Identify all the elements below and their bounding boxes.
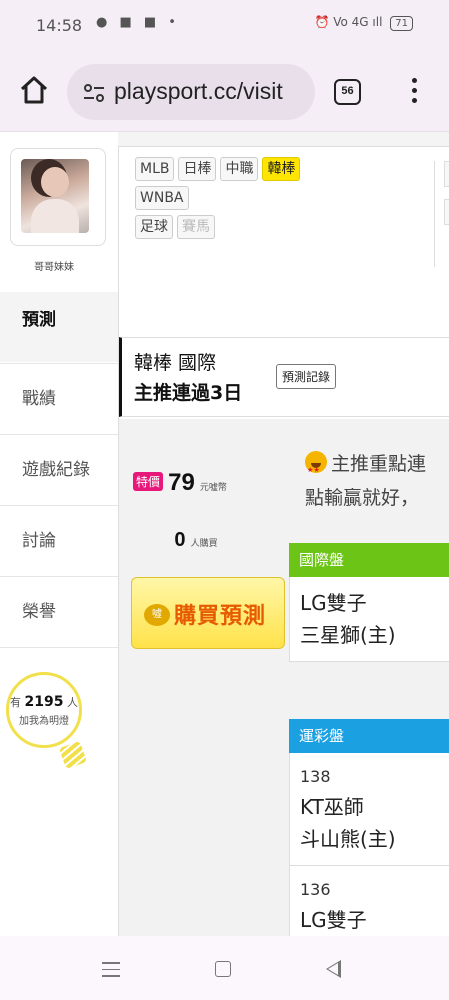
special-price-badge: 特價 [133,472,164,491]
league-chip-cpbl[interactable]: 中職 [220,157,259,181]
league-chip-npb[interactable]: 日棒 [178,157,217,181]
price-card: 特價 79 元噓幣 0 人購買 [119,419,273,936]
home-team: 斗山熊(主) [300,827,396,851]
market-body: 138 KT巫師 斗山熊(主) 136 LG雙子 [289,753,449,936]
more-vert-icon[interactable] [410,78,418,106]
bulb-base-icon [58,740,88,770]
league-chip-kbo[interactable]: 韓棒 [262,157,301,181]
fans-number: 2195 [24,694,64,710]
league-filter: MLB 日棒 中職 韓棒 WNBA 足球 賽馬 [135,157,301,244]
prediction-record-button[interactable]: 預測記錄 [276,364,337,389]
fans-suffix: 人 [66,696,78,709]
chip-peek[interactable] [444,161,449,187]
tab-divider [0,647,118,648]
game-number: 138 [300,767,331,786]
address-bar[interactable]: playsport.cc/visit [67,64,315,120]
league-chip-wnba[interactable]: WNBA [135,186,189,210]
prediction-streak: 主推連過3日 [134,382,243,404]
fans-badge[interactable]: 有 2195 人 加我為明燈 [6,672,88,772]
price-value: 79 [168,469,195,496]
fans-label: 加我為明燈 [19,716,69,727]
prediction-note: 主推重點連 點輸贏就好， [305,447,426,515]
back-icon[interactable] [326,960,341,978]
prediction-panel: MLB 日棒 中職 韓棒 WNBA 足球 賽馬 韓棒 國際 主推連過3日 預測記… [118,146,449,936]
browser-toolbar: playsport.cc/visit 56 [0,52,449,132]
notification-icons: ● ■ ■ • [96,15,180,30]
tab-switcher-button[interactable]: 56 [334,79,361,105]
pick-column: 主推重點連 點輸贏就好， 國際盤 LG雙子 三星獅(主) 運彩盤 138 KT巫… [289,419,449,936]
tab-honors[interactable]: 榮譽 [0,576,118,646]
profile-name[interactable]: 哥哥妹妹 [0,258,108,273]
site-settings-icon[interactable] [83,82,105,104]
home-icon[interactable] [18,74,50,106]
home-team: 三星獅(主) [300,623,396,647]
system-nav-bar [0,936,449,1000]
tab-game-history[interactable]: 遊戲紀錄 [0,434,118,504]
away-team: LG雙子 [300,591,367,615]
url-text[interactable]: playsport.cc/visit [114,78,283,105]
chip-peek[interactable] [444,199,449,225]
coin-icon: 噓 [144,604,170,626]
away-team: KT巫師 [300,795,364,819]
note-line-1: 主推重點連 [331,453,427,475]
game-number: 136 [300,880,331,899]
prediction-body: 特價 79 元噓幣 0 人購買 噓 購買預測 主推重點連 點輸贏就好， [119,419,449,936]
tab-predictions[interactable]: 預測 [0,292,118,362]
note-line-2: 點輸贏就好， [305,487,420,509]
buy-prediction-button[interactable]: 噓 購買預測 [131,577,285,649]
market-header: 運彩盤 [289,719,449,753]
buy-prediction-label: 購買預測 [174,604,267,629]
league-chip-soccer[interactable]: 足球 [135,215,173,239]
tab-record[interactable]: 戰績 [0,363,118,433]
league-chip-mlb[interactable]: MLB [135,157,175,181]
avatar[interactable] [21,159,89,233]
buyers-label: 人購買 [190,539,218,549]
away-team: LG雙子 [300,908,367,932]
signal-icon: ⏰ Vo 4G ıll [314,15,383,29]
prediction-league: 韓棒 國際 [134,352,217,374]
prediction-header: 韓棒 國際 主推連過3日 預測記錄 [119,337,449,417]
avatar-card[interactable] [10,148,106,246]
divider [290,865,449,866]
tab-discussion[interactable]: 討論 [0,505,118,575]
fans-count: 有 2195 人 [6,694,82,710]
status-time: 14:58 [36,16,83,35]
buyers-count: 0 [174,529,186,551]
market-sports-lottery: 運彩盤 138 KT巫師 斗山熊(主) 136 LG雙子 [289,719,449,936]
fans-prefix: 有 [10,696,22,709]
page-content: 哥哥妹妹 預測 戰績 遊戲紀錄 討論 榮譽 有 2195 人 加我為明燈 MLB… [0,132,449,936]
market-header: 國際盤 [289,543,449,577]
market-body: LG雙子 三星獅(主) [289,577,449,662]
home-button-icon[interactable] [215,961,231,977]
lightbulb-icon [6,672,82,748]
buyers: 0 人購買 [119,529,273,552]
system-icons: ⏰ Vo 4G ıll 71 [314,15,413,31]
profile-sidebar: 哥哥妹妹 預測 戰績 遊戲紀錄 討論 榮譽 有 2195 人 加我為明燈 [0,132,118,936]
divider [434,161,435,267]
price: 特價 79 元噓幣 [133,469,227,497]
recent-apps-icon[interactable] [102,962,120,982]
price-unit: 元噓幣 [199,483,227,493]
status-bar: 14:58 ● ■ ■ • ⏰ Vo 4G ıll 71 [0,0,449,52]
market-international: 國際盤 LG雙子 三星獅(主) [289,543,449,662]
league-chip-horse-racing: 賽馬 [177,215,215,239]
battery-icon: 71 [390,16,413,31]
star-eyes-emoji-icon [305,451,327,487]
